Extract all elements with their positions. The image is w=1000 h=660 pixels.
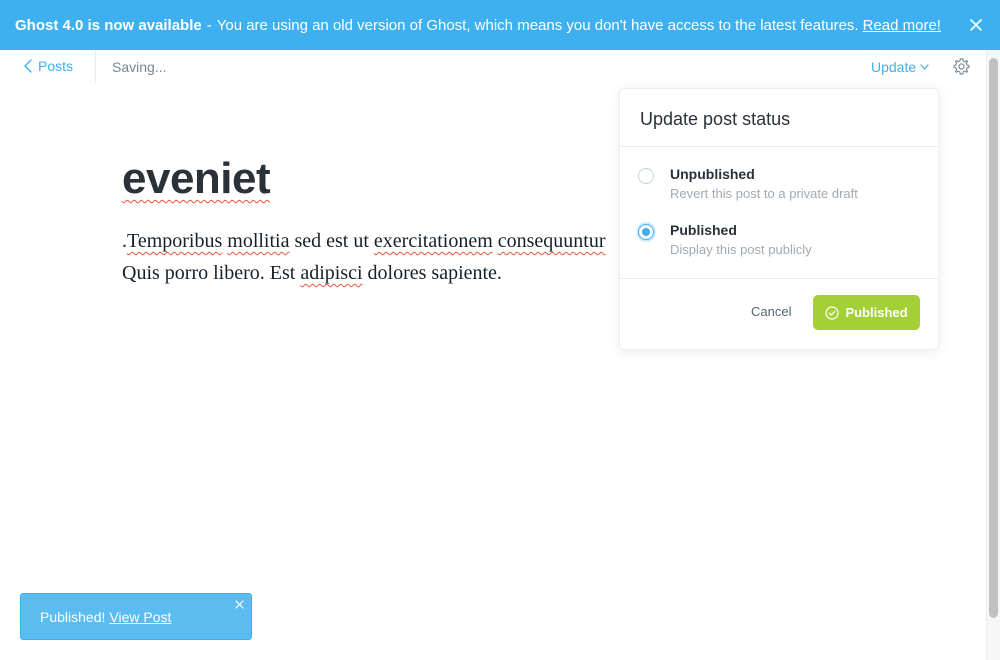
- banner-headline: Ghost 4.0 is now available: [15, 16, 202, 34]
- gear-icon[interactable]: [952, 57, 971, 76]
- check-circle-icon: [825, 305, 840, 320]
- back-to-posts-link[interactable]: Posts: [24, 58, 73, 74]
- dropdown-title: Update post status: [640, 109, 791, 129]
- published-toast: Published! View Post: [20, 593, 252, 640]
- dropdown-divider: [620, 278, 938, 279]
- update-label: Update: [871, 59, 917, 75]
- upgrade-banner: Ghost 4.0 is now available - You are usi…: [0, 0, 1000, 50]
- option-published[interactable]: Published Display this post publicly: [638, 222, 928, 270]
- read-more-link[interactable]: Read more!: [863, 17, 941, 34]
- published-button-label: Published: [845, 305, 908, 320]
- banner-message: You are using an old version of Ghost, w…: [216, 16, 859, 34]
- option-description: Revert this post to a private draft: [670, 186, 858, 201]
- update-menu-button[interactable]: Update: [871, 59, 929, 75]
- post-title[interactable]: eveniet: [122, 154, 271, 204]
- back-label: Posts: [38, 58, 74, 74]
- close-icon[interactable]: [235, 600, 244, 609]
- published-radio[interactable]: [638, 224, 654, 240]
- misspelled-word: exercitationem: [373, 230, 493, 252]
- post-status-dropdown: Update post status Unpublished Revert th…: [619, 88, 939, 350]
- body-text: Quis porro libero. Est: [122, 262, 301, 284]
- cancel-button[interactable]: Cancel: [751, 304, 791, 319]
- header-divider: [95, 50, 96, 84]
- option-unpublished[interactable]: Unpublished Revert this post to a privat…: [638, 166, 928, 214]
- misspelled-word: adipisci: [300, 262, 363, 284]
- body-text: sed est ut: [289, 230, 374, 252]
- misspelled-word: consequuntur: [497, 230, 606, 252]
- chevron-down-icon: [920, 64, 929, 70]
- option-label: Published: [670, 222, 737, 238]
- view-post-link[interactable]: View Post: [109, 609, 171, 625]
- option-description: Display this post publicly: [670, 242, 812, 257]
- chevron-left-icon: [24, 59, 32, 73]
- option-label: Unpublished: [670, 166, 755, 182]
- close-icon[interactable]: [966, 15, 986, 35]
- scrollbar-thumb[interactable]: [989, 58, 998, 618]
- save-status: Saving...: [112, 59, 167, 75]
- banner-separator: -: [206, 16, 212, 34]
- body-text: dolores sapiente.: [362, 262, 502, 284]
- published-button[interactable]: Published: [813, 295, 920, 330]
- misspelled-word: Temporibus: [127, 230, 223, 252]
- dropdown-divider: [620, 146, 938, 147]
- toast-message: Published!: [40, 608, 106, 625]
- unpublished-radio[interactable]: [638, 168, 654, 184]
- misspelled-word: mollitia: [227, 230, 290, 252]
